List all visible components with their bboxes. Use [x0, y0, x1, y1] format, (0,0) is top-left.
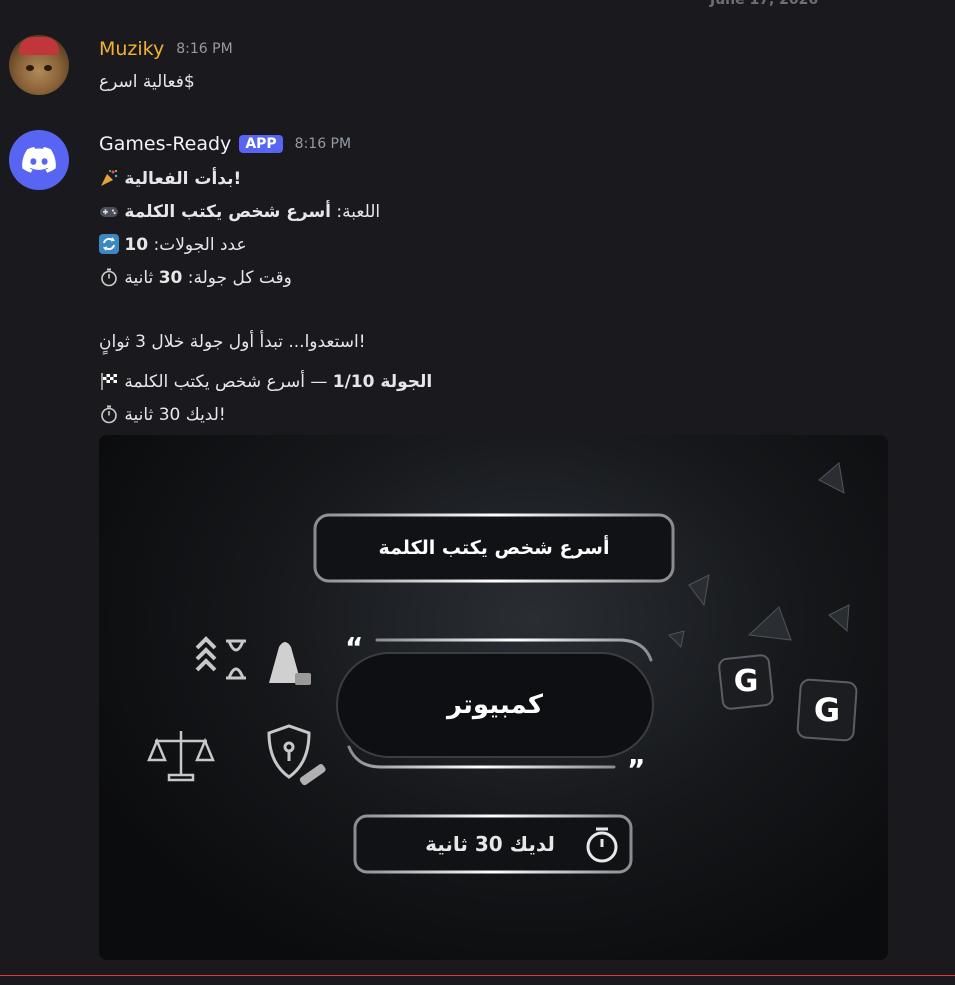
- rounds-label: عدد الجولات:: [148, 235, 247, 255]
- wrench-icon: [299, 764, 326, 786]
- you-have-text: !لديك 30 ثانية: [124, 405, 226, 425]
- party-popper-icon: [101, 170, 118, 186]
- date-divider: June 17, 2026: [710, 0, 819, 8]
- round-label: الجولة: [374, 372, 433, 392]
- message-text: $فعالية اسرع: [99, 72, 195, 92]
- line-game: اللعبة: أسرع شخص يكتب الكلمة: [99, 201, 459, 222]
- stopwatch-icon: [101, 405, 117, 424]
- cat-eye-left: [26, 65, 34, 71]
- cat-eye-right: [44, 65, 52, 71]
- game-controller-icon: [100, 207, 118, 217]
- keycap-letter-left: G: [733, 664, 759, 699]
- embed-title: أسرع شخص يكتب الكلمة: [378, 537, 610, 559]
- line-get-ready: !استعدوا... تبدأ أول جولة خلال 3 ثوانٍ: [99, 332, 366, 352]
- app-badge: APP: [239, 135, 283, 153]
- line-rounds: عدد الجولات: 10: [99, 234, 459, 255]
- time-unit: ثانية: [124, 268, 159, 288]
- embed-word: كمبيوتر: [446, 690, 543, 720]
- repeat-arrows-icon: [99, 234, 119, 254]
- line-started: !بدأت الفعالية: [99, 168, 459, 189]
- timestamp: 8:16 PM: [294, 136, 352, 152]
- line-you-have: !لديك 30 ثانية: [99, 404, 459, 425]
- scales-icon: [147, 731, 215, 782]
- message-header: Muziky 8:16 PM: [99, 38, 233, 60]
- chevrons-up-icon: [195, 636, 217, 672]
- time-value: 30: [158, 268, 183, 288]
- game-value: أسرع شخص يكتب الكلمة: [124, 202, 332, 222]
- time-label: وقت كل جولة:: [182, 268, 292, 288]
- quote-mark-close-icon: ”: [627, 753, 646, 786]
- started-text: !بدأت الفعالية: [124, 169, 242, 189]
- message-header: Games-Ready APP 8:16 PM: [99, 133, 351, 155]
- line-time: وقت كل جولة: 30 ثانية: [99, 267, 459, 288]
- pen-nib-icon: [269, 642, 311, 685]
- embed-image[interactable]: أسرع شخص يكتب الكلمة “ ” كمبيوتر لديك 30…: [99, 435, 888, 960]
- checkered-flag-icon: [101, 373, 117, 390]
- rounds-value: 10: [124, 235, 149, 255]
- username[interactable]: Games-Ready: [99, 133, 231, 155]
- hat-shape: [19, 37, 59, 55]
- game-label: اللعبة:: [331, 202, 381, 222]
- stopwatch-icon: [101, 268, 117, 287]
- shield-keyhole-icon: [267, 724, 311, 779]
- bot-avatar[interactable]: [9, 130, 69, 190]
- embed-timer-text: لديك 30 ثانية: [425, 832, 555, 856]
- discord-logo-icon: [22, 147, 56, 173]
- round-value: 1/10: [332, 372, 375, 392]
- line-round: الجولة 1/10 — أسرع شخص يكتب الكلمة: [99, 371, 459, 392]
- hourglass-icon: [226, 639, 246, 680]
- keycap-letter-right: G: [813, 691, 841, 729]
- username[interactable]: Muziky: [99, 38, 164, 60]
- round-rest: — أسرع شخص يكتب الكلمة: [124, 372, 333, 392]
- user-avatar[interactable]: [9, 35, 69, 95]
- new-messages-divider: [0, 975, 955, 976]
- timestamp: 8:16 PM: [176, 41, 233, 57]
